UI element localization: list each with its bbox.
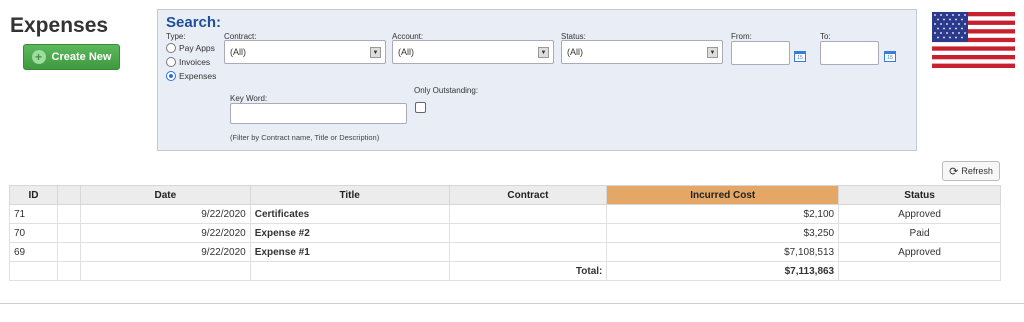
cell-title-link[interactable]: Certificates	[249, 204, 450, 224]
cell-blank	[56, 261, 81, 281]
create-new-label: Create New	[51, 51, 112, 63]
search-panel: Search: Type: Pay Apps Invoices Expenses…	[157, 9, 917, 151]
refresh-button[interactable]: ⟳ Refresh	[942, 161, 1000, 181]
cell-blank	[56, 223, 81, 243]
radio-invoices-label: Invoices	[179, 57, 211, 67]
radio-selected-icon[interactable]	[166, 71, 176, 81]
radio-expenses[interactable]: Expenses	[166, 71, 216, 81]
col-header-blank[interactable]	[56, 185, 81, 205]
expenses-table: ID Date Title Contract Incurred Cost Sta…	[9, 185, 1001, 281]
cell-id: 69	[9, 242, 58, 262]
radio-icon[interactable]	[166, 43, 176, 53]
col-header-status[interactable]: Status	[838, 185, 1001, 205]
contract-select[interactable]: (All) ▼	[224, 40, 386, 64]
cell-cost: $7,108,513	[606, 242, 840, 262]
table-row: 71 9/22/2020 Certificates $2,100 Approve…	[9, 204, 1001, 224]
radio-pay-apps-label: Pay Apps	[179, 43, 215, 53]
page-title: Expenses	[10, 14, 109, 37]
total-label: Total:	[448, 261, 608, 281]
to-date-input[interactable]	[820, 41, 879, 65]
cell-title-link[interactable]: Expense #1	[249, 242, 450, 262]
chevron-down-icon[interactable]: ▼	[538, 47, 549, 58]
refresh-label: Refresh	[961, 166, 993, 176]
keyword-label: Key Word:	[230, 94, 268, 103]
cell-cost: $2,100	[606, 204, 840, 224]
us-flag-icon	[932, 12, 1015, 68]
col-header-contract[interactable]: Contract	[448, 185, 608, 205]
table-row: 69 9/22/2020 Expense #1 $7,108,513 Appro…	[9, 242, 1001, 262]
cell-status: Approved	[838, 204, 1001, 224]
contract-select-value: (All)	[230, 47, 246, 57]
type-label: Type:	[166, 32, 186, 41]
cell-blank	[56, 204, 81, 224]
cell-title-link[interactable]: Expense #2	[249, 223, 450, 243]
radio-pay-apps[interactable]: Pay Apps	[166, 43, 215, 53]
status-select[interactable]: (All) ▼	[561, 40, 723, 64]
radio-expenses-label: Expenses	[179, 71, 217, 81]
create-new-button[interactable]: + Create New	[23, 44, 120, 70]
col-header-incurred-cost[interactable]: Incurred Cost	[606, 185, 840, 205]
cell-id: 71	[9, 204, 58, 224]
cell-cost: $3,250	[606, 223, 840, 243]
keyword-input[interactable]	[230, 103, 407, 124]
account-select-value: (All)	[398, 47, 414, 57]
divider	[0, 303, 1024, 304]
cell-date: 9/22/2020	[79, 204, 251, 224]
table-header-row: ID Date Title Contract Incurred Cost Sta…	[9, 185, 1001, 205]
cell-blank	[9, 261, 58, 281]
cell-date: 9/22/2020	[79, 242, 251, 262]
total-row: Total: $7,113,863	[9, 261, 1001, 281]
cell-contract	[448, 223, 608, 243]
cell-contract	[448, 204, 608, 224]
cell-status: Approved	[838, 242, 1001, 262]
table-row: 70 9/22/2020 Expense #2 $3,250 Paid	[9, 223, 1001, 243]
calendar-icon[interactable]: 15	[884, 51, 896, 62]
outstanding-label: Only Outstanding:	[414, 86, 479, 95]
chevron-down-icon[interactable]: ▼	[370, 47, 381, 58]
plus-circle-icon: +	[31, 50, 46, 64]
refresh-icon: ⟳	[949, 165, 959, 178]
col-header-title[interactable]: Title	[249, 185, 450, 205]
status-select-value: (All)	[567, 47, 583, 57]
col-header-id[interactable]: ID	[9, 185, 58, 205]
col-header-date[interactable]: Date	[79, 185, 251, 205]
from-date-input[interactable]	[731, 41, 790, 65]
cell-contract	[448, 242, 608, 262]
radio-invoices[interactable]: Invoices	[166, 57, 210, 67]
cell-status: Paid	[838, 223, 1001, 243]
search-title: Search:	[166, 14, 222, 31]
from-label: From:	[731, 32, 752, 41]
calendar-icon[interactable]: 15	[794, 51, 806, 62]
cell-id: 70	[9, 223, 58, 243]
account-select[interactable]: (All) ▼	[392, 40, 554, 64]
cell-blank	[838, 261, 1001, 281]
cell-blank	[56, 242, 81, 262]
keyword-hint: (Filter by Contract name, Title or Descr…	[230, 133, 380, 142]
outstanding-checkbox[interactable]	[415, 102, 426, 113]
chevron-down-icon[interactable]: ▼	[707, 47, 718, 58]
cell-blank	[79, 261, 251, 281]
to-label: To:	[820, 32, 831, 41]
cell-blank	[249, 261, 450, 281]
radio-icon[interactable]	[166, 57, 176, 67]
cell-date: 9/22/2020	[79, 223, 251, 243]
total-value: $7,113,863	[606, 261, 840, 281]
